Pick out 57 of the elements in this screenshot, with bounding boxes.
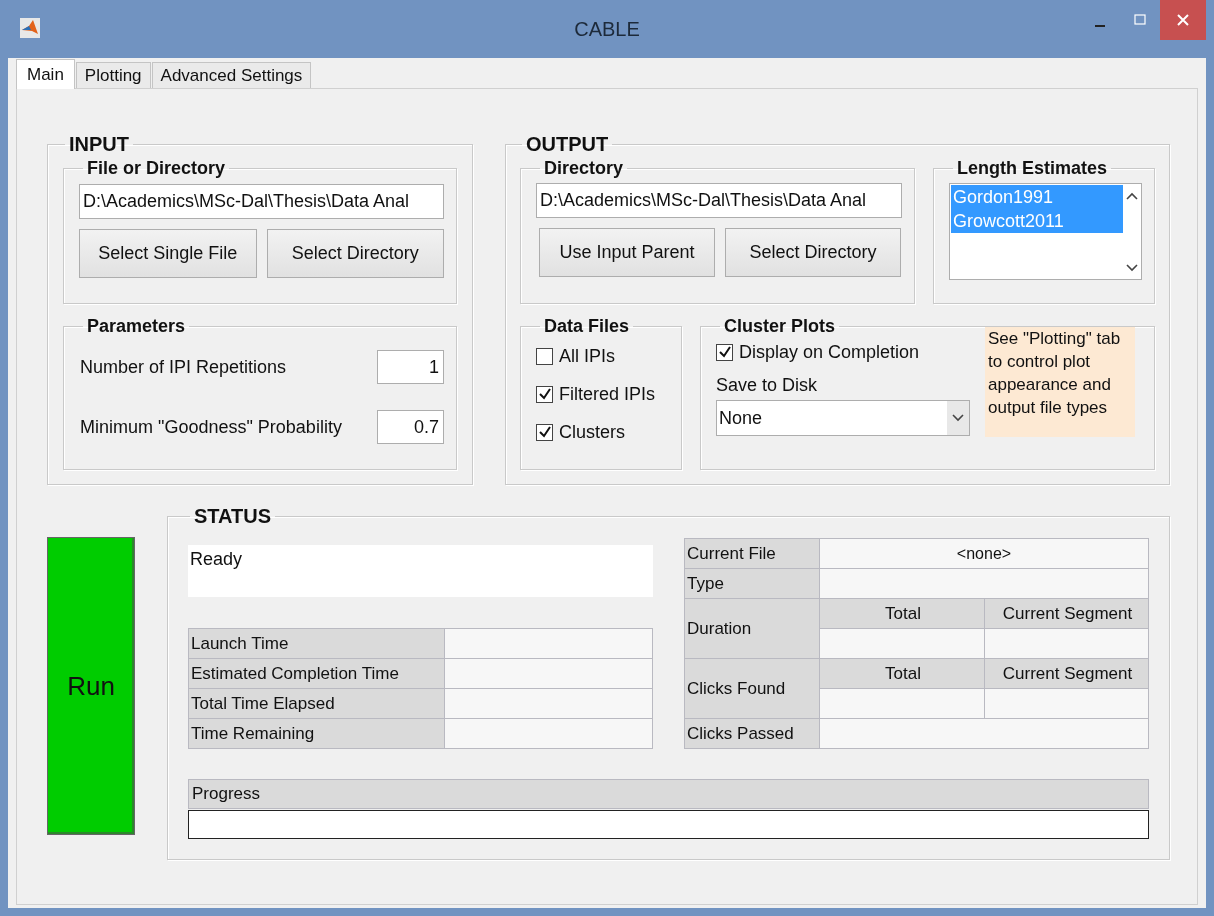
group-title: STATUS	[193, 505, 273, 528]
status-message: Ready	[188, 545, 653, 597]
table-header-cell: Current Segment	[985, 599, 1148, 628]
table-header-cell: Launch Time	[189, 629, 444, 658]
window-title: CABLE	[574, 18, 640, 41]
note-text: See "Plotting" tab to control plot appearance and output file types	[985, 327, 1135, 437]
tab[interactable]: Main	[16, 59, 75, 89]
save-label: Save to Disk	[716, 375, 819, 396]
table-header-cell: Current Segment	[985, 659, 1148, 688]
scroll-up-icon[interactable]	[1125, 192, 1138, 200]
group-title: Length Estimates	[956, 158, 1109, 179]
group-title: INPUT	[68, 133, 130, 156]
group-title: File or Directory	[86, 158, 227, 179]
chevron-down-icon	[952, 414, 964, 422]
run-button[interactable]: Run	[47, 537, 135, 835]
checkbox-option[interactable]: All IPIs	[536, 337, 669, 375]
number-field[interactable]: 1	[377, 350, 444, 384]
checkbox-option[interactable]: Clusters	[536, 413, 669, 451]
close-button[interactable]	[1160, 0, 1206, 40]
save-dropdown[interactable]: None	[716, 400, 970, 436]
group-title: Parameters	[86, 316, 187, 337]
table-header-cell: Clicks Passed	[685, 719, 819, 748]
group-title: Data Files	[543, 316, 631, 337]
table-header-cell: Total	[820, 659, 984, 688]
progress-label: Progress	[188, 779, 1149, 809]
directory-button[interactable]: Use Input Parent	[539, 228, 715, 277]
table-header-cell: Time Remaining	[189, 719, 444, 748]
checkbox[interactable]	[536, 347, 553, 365]
select-button[interactable]: Select Single File	[79, 229, 257, 278]
path-field[interactable]: D:\Academics\MSc-Dal\Thesis\Data Anal	[536, 183, 902, 218]
parameter-label: Minimum "Goodness" Probability	[79, 416, 342, 438]
directory-button[interactable]: Select Directory	[725, 228, 901, 277]
table-header-cell: Total Time Elapsed	[189, 689, 444, 718]
table-cell: <none>	[820, 539, 1148, 568]
number-field[interactable]: 0.7	[377, 410, 444, 444]
close-icon	[1176, 13, 1190, 27]
table-header-cell: Current File	[685, 539, 819, 568]
maximize-icon	[1134, 14, 1146, 26]
path-field[interactable]: D:\Academics\MSc-Dal\Thesis\Data Anal	[79, 184, 444, 219]
scroll-down-icon[interactable]	[1125, 264, 1138, 272]
app-logo-icon	[20, 18, 40, 38]
select-button[interactable]: Select Directory	[266, 229, 444, 278]
minimize-icon	[1095, 25, 1105, 27]
table-header-cell: Clicks Found	[685, 659, 819, 718]
group-title: Directory	[543, 158, 625, 179]
table-header-cell: Duration	[685, 599, 819, 658]
parameter-label: Number of IPI Repetitions	[79, 356, 287, 378]
tab[interactable]: Advanced Settings	[151, 62, 312, 88]
table-header-cell: Type	[685, 569, 819, 598]
tab[interactable]: Plotting	[75, 62, 151, 88]
table-header-cell: Estimated Completion Time	[189, 659, 444, 688]
checkbox[interactable]	[716, 343, 733, 361]
table-header-cell: Total	[820, 599, 984, 628]
group-title: OUTPUT	[525, 133, 610, 156]
checkbox[interactable]	[536, 385, 553, 403]
checkbox-option[interactable]: Filtered IPIs	[536, 375, 669, 413]
checkbox[interactable]	[536, 423, 553, 441]
